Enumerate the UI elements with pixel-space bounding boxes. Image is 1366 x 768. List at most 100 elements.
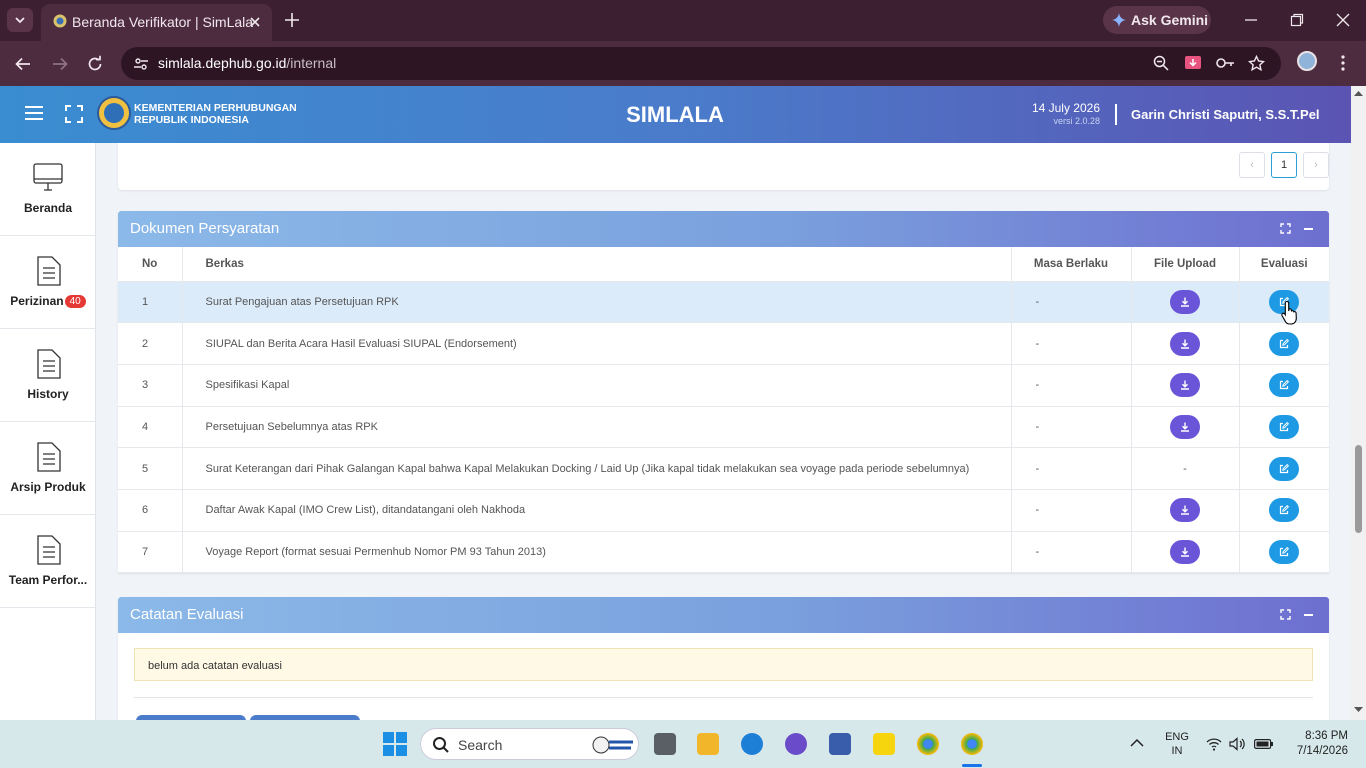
- expand-card-icon[interactable]: [1280, 223, 1291, 234]
- download-button[interactable]: [1170, 331, 1200, 356]
- sticky-notes-icon[interactable]: [873, 733, 895, 755]
- cell-file-upload: -: [1131, 447, 1240, 490]
- taskbar-search[interactable]: Search: [420, 728, 639, 760]
- sidebar-item-history[interactable]: History: [0, 329, 96, 422]
- page-scrollbar[interactable]: [1351, 86, 1366, 720]
- close-tab-icon[interactable]: [247, 14, 263, 30]
- expand-card-icon[interactable]: [1280, 609, 1291, 620]
- fullscreen-icon[interactable]: [65, 105, 83, 123]
- sidebar-item-beranda[interactable]: Beranda: [0, 143, 96, 236]
- download-icon: [1181, 297, 1189, 307]
- collapse-card-icon[interactable]: [1304, 614, 1313, 616]
- evaluate-button[interactable]: [1269, 414, 1300, 439]
- evaluate-button[interactable]: [1269, 456, 1300, 481]
- sidebar-item-perizinan[interactable]: Perizinan 40: [0, 236, 96, 329]
- tab-search-button[interactable]: [7, 8, 33, 32]
- ask-gemini-button[interactable]: Ask Gemini: [1103, 6, 1211, 34]
- new-tab-icon[interactable]: [282, 10, 302, 30]
- battery-icon[interactable]: [1254, 738, 1274, 750]
- close-window-icon[interactable]: [1335, 12, 1351, 28]
- cell-evaluasi: [1239, 322, 1329, 365]
- download-button[interactable]: [1170, 498, 1200, 523]
- user-name[interactable]: Garin Christi Saputri, S.S.T.Pel: [1131, 107, 1320, 122]
- download-button[interactable]: [1170, 414, 1200, 439]
- camera-app-icon[interactable]: [829, 733, 851, 755]
- file-explorer-icon[interactable]: [697, 733, 719, 755]
- scrollbar-thumb[interactable]: [1355, 445, 1362, 533]
- evaluate-button[interactable]: [1269, 331, 1300, 356]
- collapse-card-icon[interactable]: [1304, 228, 1313, 230]
- sidebar: Beranda Perizinan 40 History Arsip Produk…: [0, 143, 96, 720]
- task-view-icon[interactable]: [654, 733, 676, 755]
- ask-gemini-label: Ask Gemini: [1131, 12, 1209, 28]
- edit-icon: [1280, 505, 1290, 515]
- download-button[interactable]: [1170, 289, 1200, 314]
- pagination-prev[interactable]: ‹: [1239, 152, 1265, 178]
- install-app-icon[interactable]: [1184, 55, 1202, 72]
- taskbar-clock[interactable]: 8:36 PM 7/14/2026: [1282, 729, 1348, 759]
- forward-arrow-icon[interactable]: [51, 55, 69, 73]
- reload-icon[interactable]: [86, 55, 104, 73]
- cell-masa-berlaku: -: [1011, 531, 1132, 574]
- ministry-logo: [97, 96, 131, 130]
- cell-masa-berlaku: -: [1011, 281, 1132, 324]
- table-row: 5 Surat Keterangan dari Pihak Galangan Ka…: [118, 447, 1329, 490]
- sidebar-item-arsip-produk[interactable]: Arsip Produk: [0, 422, 96, 515]
- evaluate-button[interactable]: [1269, 498, 1300, 523]
- column-header-masa-berlaku: Masa Berlaku: [1011, 247, 1132, 282]
- browser-menu-icon[interactable]: [1340, 55, 1346, 71]
- site-info-icon[interactable]: [133, 56, 149, 72]
- restore-icon[interactable]: [1289, 12, 1305, 28]
- windows-start-icon[interactable]: [383, 732, 407, 756]
- cell-no: 7: [118, 531, 183, 574]
- bookmark-star-icon[interactable]: [1248, 55, 1265, 72]
- upload-empty: -: [1183, 462, 1187, 475]
- cell-evaluasi: [1239, 406, 1329, 449]
- cell-berkas: Spesifikasi Kapal: [182, 364, 1012, 407]
- chrome-profile-icon[interactable]: [961, 733, 983, 755]
- volume-icon[interactable]: [1229, 737, 1245, 751]
- language-line1: ENG: [1165, 731, 1189, 743]
- download-icon: [1181, 505, 1189, 515]
- download-button[interactable]: [1170, 373, 1200, 398]
- scroll-down-arrow-icon[interactable]: [1354, 706, 1363, 713]
- pagination-card: ‹ 1 ›: [118, 143, 1329, 190]
- sidebar-item-team-performance[interactable]: Team Perfor...: [0, 515, 96, 608]
- cell-file-upload: [1131, 406, 1240, 449]
- edit-icon: [1280, 380, 1290, 390]
- site-favicon-icon: [53, 14, 67, 28]
- ministry-line2: REPUBLIK INDONESIA: [134, 114, 249, 126]
- back-arrow-icon[interactable]: [14, 55, 32, 73]
- download-icon: [1181, 422, 1189, 432]
- wifi-icon[interactable]: [1206, 737, 1222, 751]
- password-key-icon[interactable]: [1215, 55, 1235, 71]
- evaluate-button[interactable]: [1269, 373, 1300, 398]
- chevron-up-icon[interactable]: [1130, 738, 1144, 748]
- profile-avatar[interactable]: [1297, 51, 1317, 71]
- table-row: 1 Surat Pengajuan atas Persetujuan RPK -: [118, 281, 1329, 324]
- search-icon: [433, 737, 449, 753]
- card-title: Catatan Evaluasi: [130, 606, 244, 623]
- card-header: Catatan Evaluasi: [118, 597, 1329, 633]
- app-icon[interactable]: [785, 733, 807, 755]
- evaluate-button[interactable]: [1269, 539, 1300, 564]
- language-indicator[interactable]: ENG IN: [1160, 730, 1194, 758]
- search-highlight-icon: [592, 736, 633, 754]
- pagination-page[interactable]: 1: [1271, 152, 1297, 178]
- hamburger-menu-icon[interactable]: [25, 106, 43, 120]
- edge-browser-icon[interactable]: [741, 733, 763, 755]
- chrome-icon[interactable]: [917, 733, 939, 755]
- browser-tab-active[interactable]: Beranda Verifikator | SimLala: [41, 4, 272, 41]
- tab-title: Beranda Verifikator | SimLala: [72, 14, 254, 30]
- cell-file-upload: [1131, 489, 1240, 532]
- minimize-icon[interactable]: [1243, 12, 1259, 28]
- address-bar[interactable]: simlala.dephub.go.id/internal: [121, 47, 1281, 80]
- pagination-next[interactable]: ›: [1303, 152, 1329, 178]
- cell-evaluasi: [1239, 364, 1329, 407]
- hand-cursor-icon: [1281, 300, 1297, 325]
- divider: [134, 697, 1313, 698]
- zoom-icon[interactable]: [1153, 55, 1169, 71]
- sidebar-item-label: History: [27, 387, 69, 401]
- download-button[interactable]: [1170, 539, 1200, 564]
- scroll-up-arrow-icon[interactable]: [1354, 90, 1363, 97]
